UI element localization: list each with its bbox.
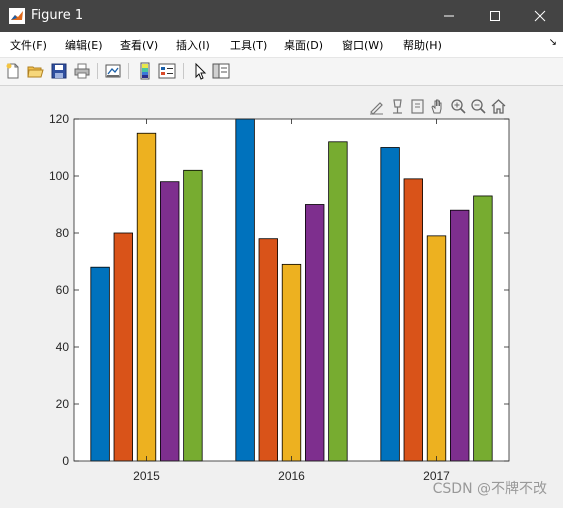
print-icon[interactable] [73,62,91,80]
link-plot-icon[interactable] [104,62,122,80]
brush-icon[interactable] [368,98,385,115]
close-icon [534,10,546,22]
colorbar-icon[interactable] [136,62,154,80]
pan-icon[interactable] [429,98,446,115]
minimize-icon [444,15,454,17]
menu-help[interactable]: 帮助(H) [403,37,442,53]
title-bar: Figure 1 [0,0,563,32]
zoom-out-icon[interactable] [470,98,487,115]
menu-window[interactable]: 窗口(W) [342,37,383,53]
zoom-in-icon[interactable] [450,98,467,115]
toolbar-separator [183,63,184,79]
minimize-button[interactable] [426,0,472,32]
save-icon[interactable] [50,62,68,80]
open-file-icon[interactable] [26,62,44,80]
toolbar-separator [97,63,98,79]
maximize-button[interactable] [472,0,518,32]
menu-file[interactable]: 文件(F) [10,37,47,53]
new-figure-icon[interactable] [4,62,22,80]
watermark-text: CSDN @不牌不改 [432,481,547,497]
menu-insert[interactable]: 插入(I) [176,37,210,53]
close-button[interactable] [517,0,563,32]
menu-desktop[interactable]: 桌面(D) [284,37,323,53]
menu-tools[interactable]: 工具(T) [230,37,267,53]
edit-plot-icon[interactable] [191,62,209,80]
toolbar-separator [128,63,129,79]
menu-view[interactable]: 查看(V) [120,37,158,53]
property-inspector-icon[interactable] [212,62,230,80]
figure-toolbar [0,58,563,86]
menu-edit[interactable]: 编辑(E) [65,37,103,53]
matlab-icon [9,8,25,24]
home-icon[interactable] [490,98,507,115]
menu-overflow-arrow-icon[interactable]: ↘ [549,37,557,48]
export-icon[interactable] [409,98,426,115]
menu-bar: 文件(F) 编辑(E) 查看(V) 插入(I) 工具(T) 桌面(D) 窗口(W… [0,32,563,58]
data-tips-icon[interactable] [389,98,406,115]
window-title: Figure 1 [31,8,84,23]
maximize-icon [490,11,500,21]
legend-icon[interactable] [158,62,176,80]
figure-canvas [1,86,562,506]
